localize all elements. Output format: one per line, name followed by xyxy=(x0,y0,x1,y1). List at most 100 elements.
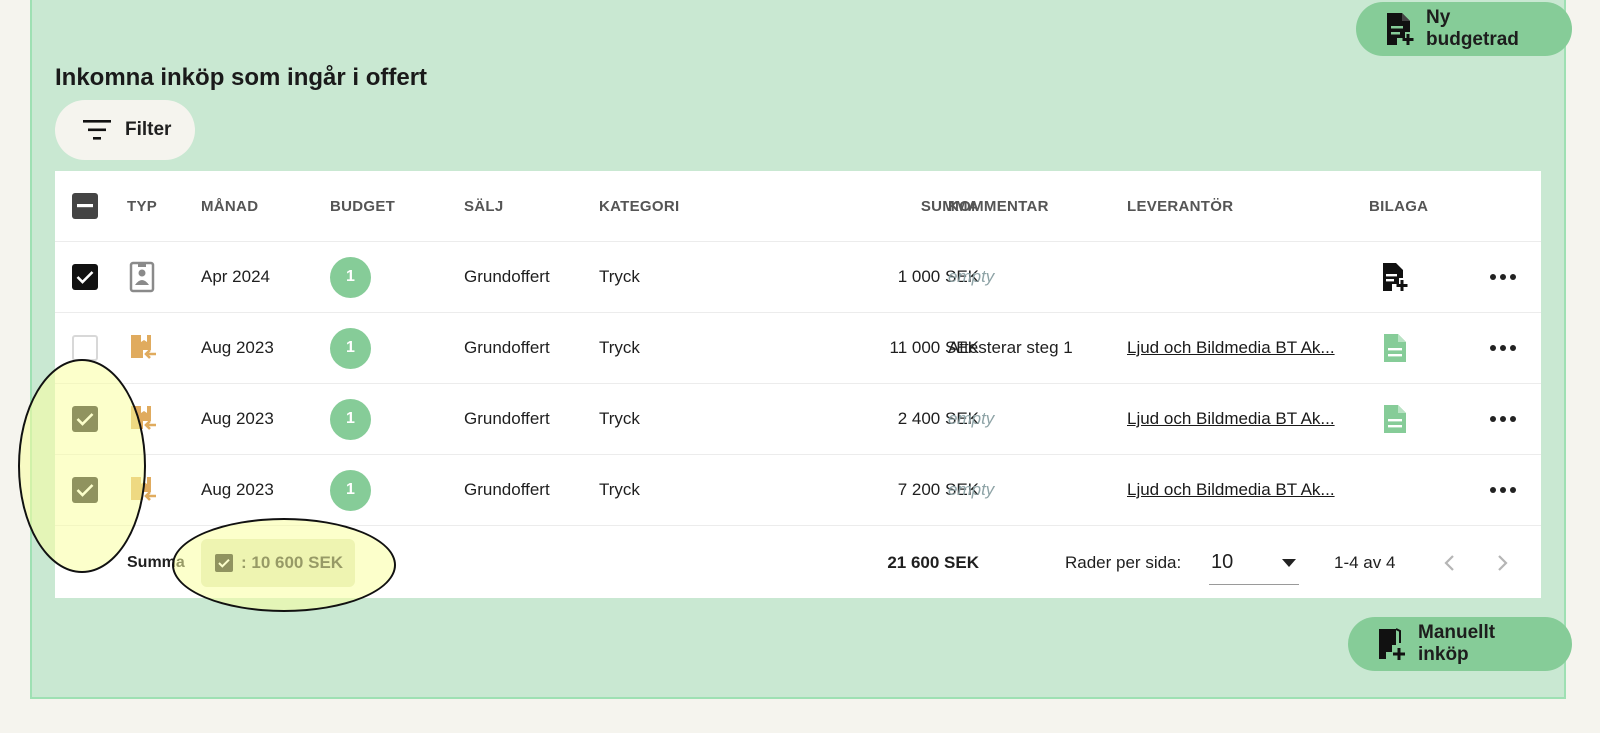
col-header-budget: BUDGET xyxy=(330,197,396,215)
table-row[interactable]: Aug 2023 1 Grundoffert Tryck 7 200 SEK e… xyxy=(55,455,1541,526)
selected-sum-value: : 10 600 SEK xyxy=(241,553,344,572)
sum-label: Summa xyxy=(127,553,185,571)
add-attachment-icon[interactable] xyxy=(1381,262,1409,292)
kategori-cell: Tryck xyxy=(599,267,640,286)
row-more-button[interactable] xyxy=(1490,384,1516,454)
row-checkbox[interactable] xyxy=(72,477,98,503)
select-all-checkbox[interactable] xyxy=(72,193,98,219)
comment-cell[interactable]: empty xyxy=(948,242,994,312)
pagination-range: 1-4 av 4 xyxy=(1334,552,1396,572)
summa-cell: 1 000 SEK xyxy=(897,267,979,286)
row-more-button[interactable] xyxy=(1490,313,1516,383)
col-header-salj: SÄLJ xyxy=(464,197,504,215)
receipt-add-icon xyxy=(1379,628,1405,660)
month-cell: Aug 2023 xyxy=(201,409,274,428)
rows-per-page-label: Rader per sida: xyxy=(1065,552,1182,572)
attachment-cell[interactable] xyxy=(1381,242,1409,312)
chevron-right-icon xyxy=(1498,554,1508,571)
check-icon xyxy=(76,484,94,497)
type-cell xyxy=(129,455,159,525)
comment-cell[interactable]: empty xyxy=(948,455,994,525)
budget-cell: 1 xyxy=(330,384,371,454)
document-icon[interactable] xyxy=(1383,333,1407,363)
new-budget-row-label: Ny budgetrad xyxy=(1426,7,1519,50)
salj-cell: Grundoffert xyxy=(464,480,550,499)
manual-purchase-button[interactable]: Manuellt inköp xyxy=(1348,617,1572,671)
salj-cell: Grundoffert xyxy=(464,409,550,428)
incoming-purchase-icon xyxy=(131,406,156,430)
check-icon xyxy=(218,558,230,568)
manual-purchase-label: Manuellt inköp xyxy=(1418,622,1496,665)
document-icon[interactable] xyxy=(1383,404,1407,434)
month-cell: Aug 2023 xyxy=(201,480,274,499)
summa-cell: 2 400 SEK xyxy=(897,409,979,428)
row-checkbox[interactable] xyxy=(72,406,98,432)
more-horizontal-icon xyxy=(1490,487,1516,493)
new-budget-row-button[interactable]: Ny budgetrad xyxy=(1356,2,1572,56)
comment-cell[interactable]: empty xyxy=(948,384,994,454)
budget-badge[interactable]: 1 xyxy=(330,327,371,369)
indeterminate-icon xyxy=(77,204,93,208)
table-row[interactable]: Aug 2023 1 Grundoffert Tryck 11 000 SEK … xyxy=(55,313,1541,384)
table-footer: Summa : 10 600 SEK 21 600 SEK Rader per … xyxy=(55,527,1541,598)
selected-checkbox-icon xyxy=(215,554,233,572)
col-header-leverantor: LEVERANTÖR xyxy=(1127,197,1234,215)
col-header-kategori: KATEGORI xyxy=(599,197,680,215)
col-header-typ: TYP xyxy=(127,197,158,215)
budget-cell: 1 xyxy=(330,455,371,525)
more-horizontal-icon xyxy=(1490,345,1516,351)
summa-cell: 11 000 SEK xyxy=(889,338,979,357)
budget-badge[interactable]: 1 xyxy=(330,469,371,511)
budget-cell: 1 xyxy=(330,242,371,312)
kategori-cell: Tryck xyxy=(599,338,640,357)
check-icon xyxy=(76,271,94,284)
prev-page-button[interactable] xyxy=(1443,527,1455,598)
supplier-link[interactable]: Ljud och Bildmedia BT Ak... xyxy=(1127,313,1335,383)
col-header-summa: SUMMA xyxy=(920,197,979,215)
section-title: Inkomna inköp som ingår i offert xyxy=(55,64,428,91)
kategori-cell: Tryck xyxy=(599,480,640,499)
chevron-down-icon xyxy=(1282,558,1296,567)
comment-cell[interactable]: Attesterar steg 1 xyxy=(948,313,1073,383)
document-add-icon xyxy=(1387,13,1414,45)
budget-badge[interactable]: 1 xyxy=(330,256,371,298)
supplier-link[interactable]: Ljud och Bildmedia BT Ak... xyxy=(1127,384,1335,454)
next-page-button[interactable] xyxy=(1497,527,1509,598)
kategori-cell: Tryck xyxy=(599,409,640,428)
more-horizontal-icon xyxy=(1490,274,1516,280)
budget-badge[interactable]: 1 xyxy=(330,398,371,440)
type-cell xyxy=(129,242,155,312)
rows-per-page-select[interactable]: 10 xyxy=(1209,541,1299,585)
month-cell: Apr 2024 xyxy=(201,267,270,286)
type-cell xyxy=(129,384,159,454)
col-header-kommentar: KOMMENTAR xyxy=(948,197,1049,215)
table-row[interactable]: Apr 2024 1 Grundoffert Tryck 1 000 SEK e… xyxy=(55,242,1541,313)
row-more-button[interactable] xyxy=(1490,455,1516,525)
chevron-left-icon xyxy=(1444,554,1454,571)
incoming-purchase-icon xyxy=(131,477,156,501)
document-contact-icon xyxy=(129,261,155,293)
filter-icon xyxy=(83,120,111,140)
col-header-manad: MÅNAD xyxy=(201,197,259,215)
attachment-cell[interactable] xyxy=(1383,313,1407,383)
row-checkbox[interactable] xyxy=(72,264,98,290)
table-row[interactable]: Aug 2023 1 Grundoffert Tryck 2 400 SEK e… xyxy=(55,384,1541,455)
more-horizontal-icon xyxy=(1490,416,1516,422)
row-more-button[interactable] xyxy=(1490,242,1516,312)
rows-per-page-value: 10 xyxy=(1211,551,1234,573)
summa-cell: 7 200 SEK xyxy=(897,480,979,499)
purchases-table: TYP MÅNAD BUDGET SÄLJ KATEGORI SUMMA KOM… xyxy=(55,171,1541,598)
table-header: TYP MÅNAD BUDGET SÄLJ KATEGORI SUMMA KOM… xyxy=(55,171,1541,242)
row-checkbox[interactable] xyxy=(72,335,98,361)
type-cell xyxy=(129,313,159,383)
supplier-link[interactable]: Ljud och Bildmedia BT Ak... xyxy=(1127,455,1335,525)
month-cell: Aug 2023 xyxy=(201,338,274,357)
filter-button[interactable]: Filter xyxy=(55,100,195,160)
salj-cell: Grundoffert xyxy=(464,267,550,286)
total-sum: 21 600 SEK xyxy=(887,552,979,572)
filter-label: Filter xyxy=(125,119,172,140)
incoming-purchase-icon xyxy=(131,335,156,359)
salj-cell: Grundoffert xyxy=(464,338,550,357)
attachment-cell[interactable] xyxy=(1383,384,1407,454)
budget-cell: 1 xyxy=(330,313,371,383)
